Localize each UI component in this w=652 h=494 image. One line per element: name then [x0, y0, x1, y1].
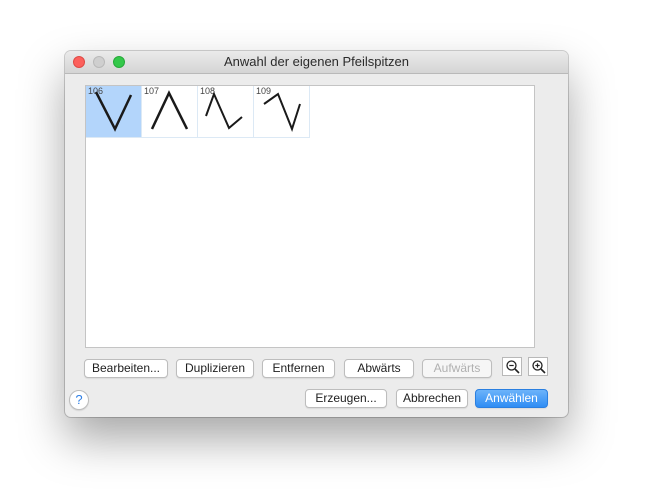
zoom-in-icon	[532, 360, 546, 374]
cancel-button[interactable]: Abbrechen	[396, 389, 468, 408]
duplicate-button[interactable]: Duplizieren	[176, 359, 254, 378]
zoom-out-icon	[506, 360, 520, 374]
arrowhead-grid[interactable]: 106 107 108 109	[85, 85, 535, 348]
arrowhead-106-preview	[94, 91, 133, 132]
edit-button[interactable]: Bearbeiten...	[84, 359, 168, 378]
move-down-button[interactable]: Abwärts	[344, 359, 414, 378]
window-title: Anwahl der eigenen Pfeilspitzen	[223, 54, 409, 69]
title-bar[interactable]: Anwahl der eigenen Pfeilspitzen	[65, 51, 568, 74]
help-button[interactable]: ?	[69, 390, 89, 410]
zoom-in-button[interactable]	[528, 357, 548, 376]
arrowhead-dialog: Anwahl der eigenen Pfeilspitzen 106 107 …	[65, 51, 568, 417]
arrowhead-107-preview	[150, 90, 189, 130]
choose-button[interactable]: Anwählen	[475, 389, 548, 408]
arrowhead-108-preview	[205, 91, 243, 130]
arrowhead-109-preview	[263, 92, 301, 132]
arrowhead-cell-106[interactable]: 106	[86, 86, 142, 138]
arrowhead-cell-109[interactable]: 109	[254, 86, 310, 138]
move-up-button: Aufwärts	[422, 359, 492, 378]
create-button[interactable]: Erzeugen...	[305, 389, 387, 408]
zoom-out-button[interactable]	[502, 357, 522, 376]
remove-button[interactable]: Entfernen	[262, 359, 335, 378]
arrowhead-cell-107[interactable]: 107	[142, 86, 198, 138]
arrowhead-cell-108[interactable]: 108	[198, 86, 254, 138]
